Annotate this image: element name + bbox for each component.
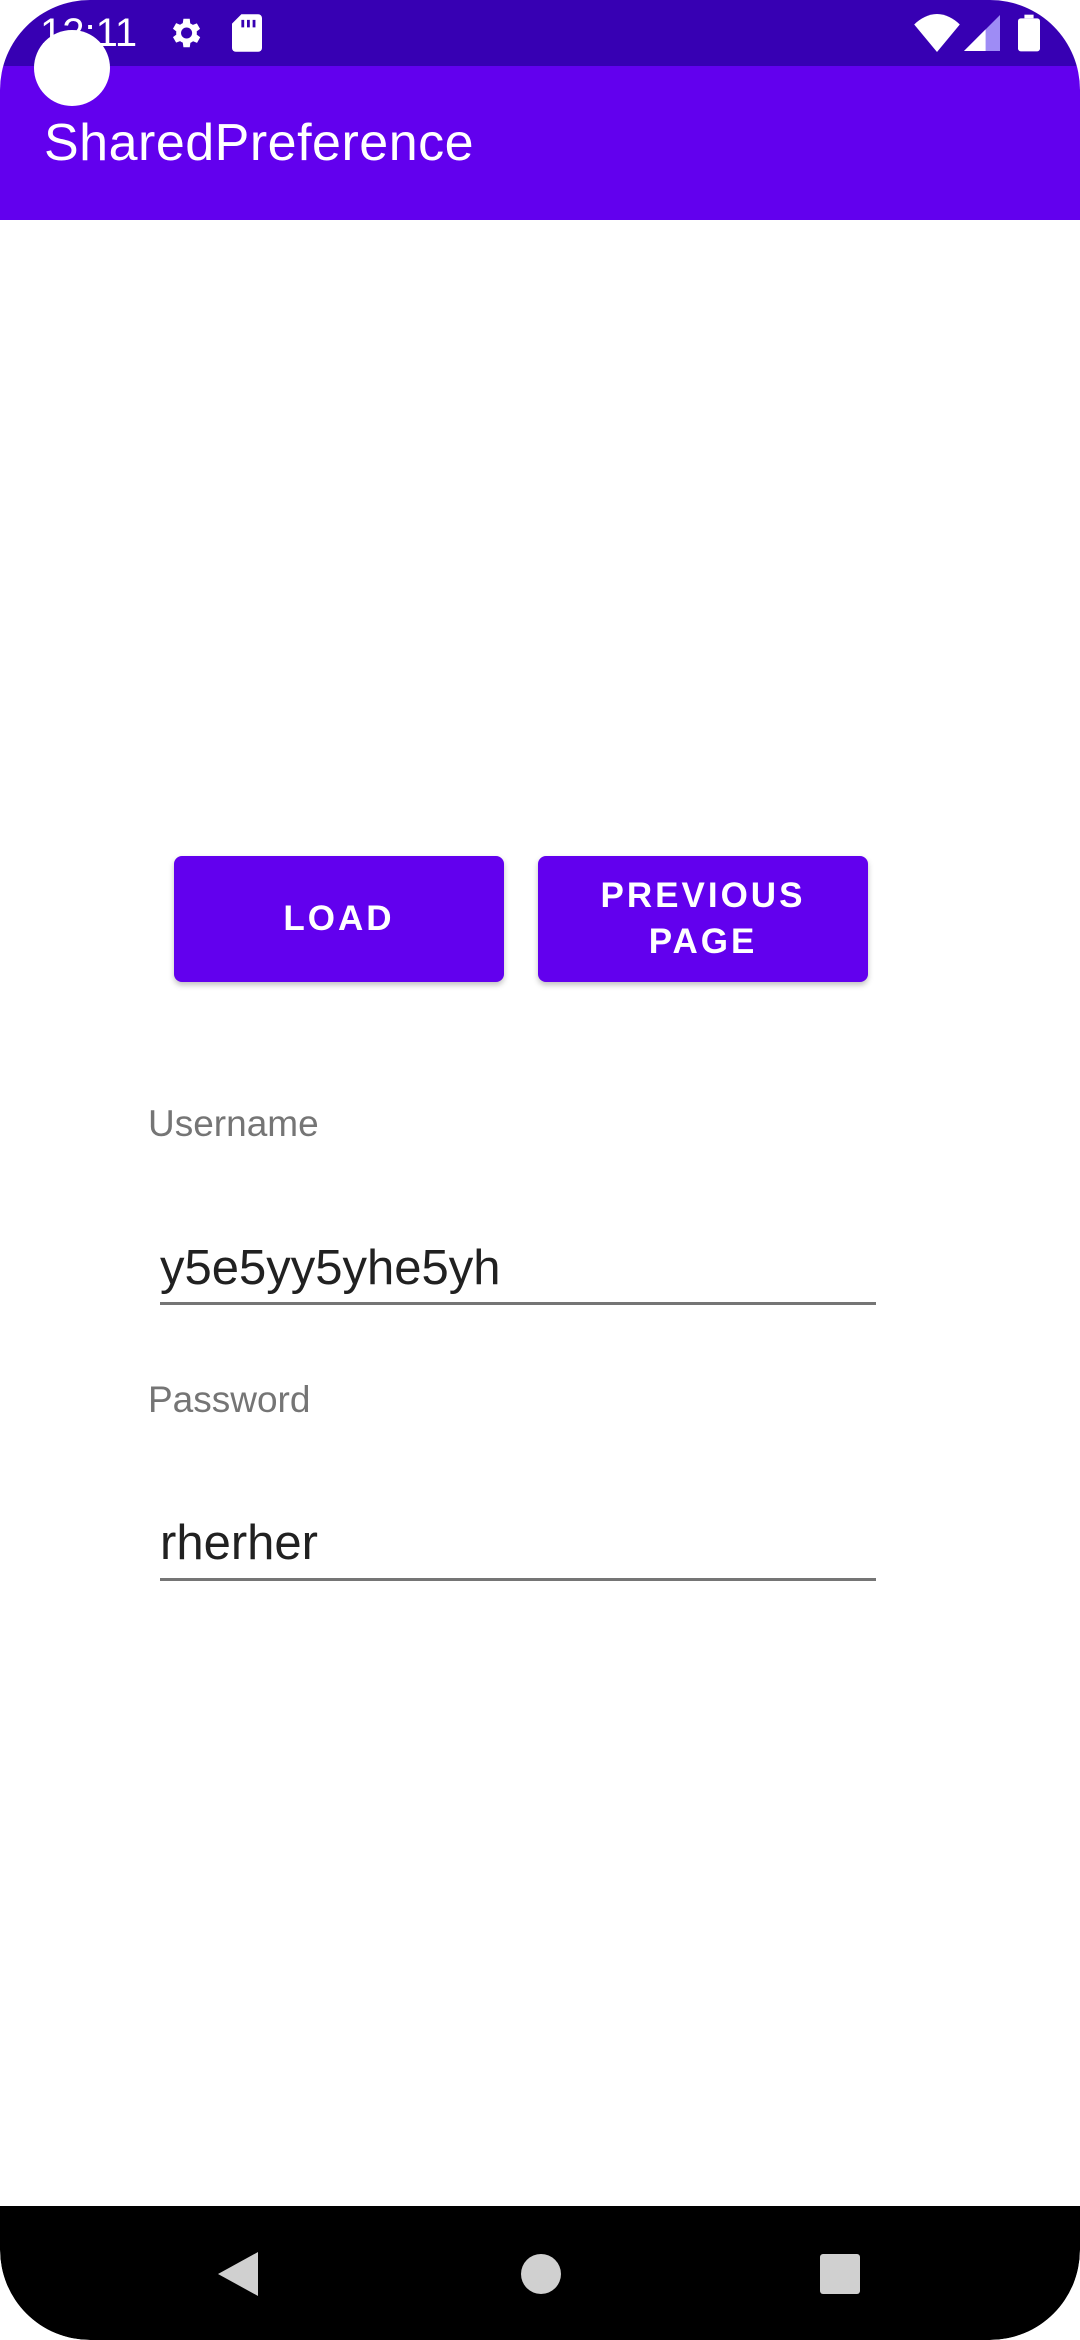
wifi-icon [914,14,960,52]
recents-icon[interactable] [818,2250,862,2298]
back-icon[interactable] [216,2250,260,2298]
status-bar: 12:11 [0,0,1080,66]
gear-icon [166,14,204,52]
load-button[interactable]: LOAD [174,856,504,982]
previous-page-button[interactable]: PREVIOUS PAGE [538,856,868,982]
password-underline [160,1578,876,1581]
battery-icon [1018,14,1040,52]
signal-icon [964,14,1000,52]
previous-page-label: PREVIOUS PAGE [600,876,806,961]
home-icon[interactable] [519,2250,563,2298]
password-label: Password [148,1379,311,1420]
app-bar: SharedPreference [0,66,1080,220]
username-field[interactable] [160,1228,876,1308]
app-title: SharedPreference [44,114,475,172]
phone-screen: 12:11 SharedPreference LOAD PREVIOUS PAG… [0,0,1080,2340]
password-field[interactable] [160,1503,876,1583]
sd-card-icon [232,14,262,52]
username-label: Username [148,1103,319,1144]
navigation-bar [0,2206,1080,2340]
camera-cutout [34,30,110,106]
username-underline [160,1302,876,1305]
